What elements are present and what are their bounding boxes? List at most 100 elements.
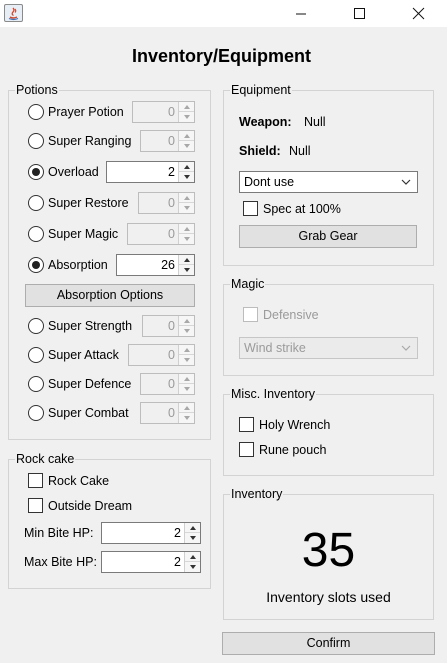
weapon-label: Weapon: <box>239 115 292 129</box>
potion-quantity-spinner[interactable]: 0 <box>132 101 195 123</box>
rock-cake-group-title: Rock cake <box>15 452 76 466</box>
potion-radio[interactable] <box>28 376 44 392</box>
potion-quantity-spinner[interactable]: 0 <box>140 402 195 424</box>
magic-group: Magic <box>223 277 434 376</box>
potion-quantity-spinner[interactable]: 0 <box>138 192 195 214</box>
rock-cake-label: Rock Cake <box>48 474 110 488</box>
shield-label: Shield: <box>239 144 281 158</box>
grab-gear-button[interactable]: Grab Gear <box>239 225 417 248</box>
inventory-group-title: Inventory <box>230 487 284 501</box>
spinner-up-icon[interactable] <box>179 255 194 265</box>
equipment-group-title: Equipment <box>230 83 292 97</box>
spinner-down-icon[interactable] <box>185 562 200 572</box>
min-bite-hp-value: 2 <box>174 526 181 540</box>
spinner-up-icon[interactable] <box>179 224 194 234</box>
spinner-down-icon[interactable] <box>179 326 194 336</box>
spinner-down-icon[interactable] <box>179 355 194 365</box>
absorption-options-button[interactable]: Absorption Options <box>25 284 195 307</box>
spinner-up-icon[interactable] <box>179 403 194 413</box>
potion-quantity-value: 0 <box>168 319 175 333</box>
potion-quantity-spinner[interactable]: 0 <box>127 223 195 245</box>
spec-weapon-select[interactable]: Dont use <box>239 171 418 193</box>
potion-label: Super Restore <box>48 196 129 210</box>
potion-radio[interactable] <box>28 104 44 120</box>
chevron-down-icon <box>401 179 411 185</box>
spinner-down-icon[interactable] <box>179 265 194 275</box>
potion-label: Super Combat <box>48 406 129 420</box>
max-bite-hp-spinner[interactable]: 2 <box>101 551 201 573</box>
spinner-up-icon[interactable] <box>185 523 200 533</box>
spec-weapon-select-value: Dont use <box>244 175 295 189</box>
spinner-down-icon[interactable] <box>185 533 200 543</box>
potion-radio[interactable] <box>28 133 44 149</box>
potion-label: Super Magic <box>48 227 119 241</box>
rune-pouch-label: Rune pouch <box>259 443 327 457</box>
potion-quantity-value: 0 <box>168 377 175 391</box>
confirm-button[interactable]: Confirm <box>222 632 435 655</box>
potion-radio[interactable] <box>28 347 44 363</box>
spinner-up-icon[interactable] <box>179 131 194 141</box>
rock-cake-checkbox[interactable] <box>28 473 43 488</box>
outside-dream-checkbox[interactable] <box>28 498 43 513</box>
potion-radio[interactable] <box>28 257 44 273</box>
max-bite-hp-label: Max Bite HP: <box>24 555 97 569</box>
potion-radio[interactable] <box>28 318 44 334</box>
spinner-down-icon[interactable] <box>179 172 194 182</box>
potion-radio[interactable] <box>28 164 44 180</box>
potion-quantity-spinner[interactable]: 0 <box>142 315 195 337</box>
spinner-up-icon[interactable] <box>179 193 194 203</box>
spinner-down-icon[interactable] <box>179 384 194 394</box>
potion-label: Super Attack <box>48 348 119 362</box>
spinner-up-icon[interactable] <box>179 316 194 326</box>
rune-pouch-checkbox[interactable] <box>239 442 254 457</box>
potion-label: Overload <box>48 165 99 179</box>
potion-quantity-spinner[interactable]: 0 <box>128 344 195 366</box>
spinner-down-icon[interactable] <box>179 413 194 423</box>
potion-quantity-value: 0 <box>168 227 175 241</box>
minimize-button[interactable] <box>278 0 324 27</box>
potion-quantity-value: 0 <box>168 105 175 119</box>
inventory-slots-caption: Inventory slots used <box>266 589 391 605</box>
spell-select[interactable]: Wind strike <box>239 337 418 359</box>
spinner-up-icon[interactable] <box>179 102 194 112</box>
potion-quantity-value: 0 <box>168 406 175 420</box>
title-bar <box>0 0 447 27</box>
potion-label: Prayer Potion <box>48 105 124 119</box>
maximize-button[interactable] <box>336 0 382 27</box>
spinner-up-icon[interactable] <box>179 345 194 355</box>
potion-quantity-spinner[interactable]: 26 <box>116 254 195 276</box>
max-bite-hp-value: 2 <box>174 555 181 569</box>
misc-inventory-group-title: Misc. Inventory <box>230 387 317 401</box>
potion-quantity-spinner[interactable]: 0 <box>140 373 195 395</box>
potion-radio[interactable] <box>28 195 44 211</box>
min-bite-hp-label: Min Bite HP: <box>24 526 94 540</box>
spinner-down-icon[interactable] <box>179 112 194 122</box>
page-title: Inventory/Equipment <box>131 46 311 66</box>
maximize-icon <box>353 8 365 19</box>
spinner-down-icon[interactable] <box>179 141 194 151</box>
spinner-up-icon[interactable] <box>185 552 200 562</box>
potion-radio[interactable] <box>28 405 44 421</box>
defensive-checkbox[interactable] <box>243 307 258 322</box>
potion-quantity-spinner[interactable]: 0 <box>140 130 195 152</box>
spell-select-value: Wind strike <box>244 341 306 355</box>
spinner-down-icon[interactable] <box>179 234 194 244</box>
potion-label: Super Defence <box>48 377 132 391</box>
inventory-slot-count: 35 <box>301 524 356 577</box>
spinner-up-icon[interactable] <box>179 162 194 172</box>
close-button[interactable] <box>395 0 441 27</box>
potion-label: Super Strength <box>48 319 133 333</box>
spinner-down-icon[interactable] <box>179 203 194 213</box>
potion-quantity-value: 0 <box>168 134 175 148</box>
java-app-icon <box>4 4 23 22</box>
misc-inventory-group: Misc. Inventory <box>223 387 434 476</box>
min-bite-hp-spinner[interactable]: 2 <box>101 522 201 544</box>
holy-wrench-checkbox[interactable] <box>239 417 254 432</box>
spec-at-100-checkbox[interactable] <box>243 201 258 216</box>
potion-radio[interactable] <box>28 226 44 242</box>
spinner-up-icon[interactable] <box>179 374 194 384</box>
potion-quantity-spinner[interactable]: 2 <box>106 161 195 183</box>
shield-value: Null <box>289 144 311 158</box>
close-icon <box>412 7 424 20</box>
defensive-label: Defensive <box>263 308 319 322</box>
